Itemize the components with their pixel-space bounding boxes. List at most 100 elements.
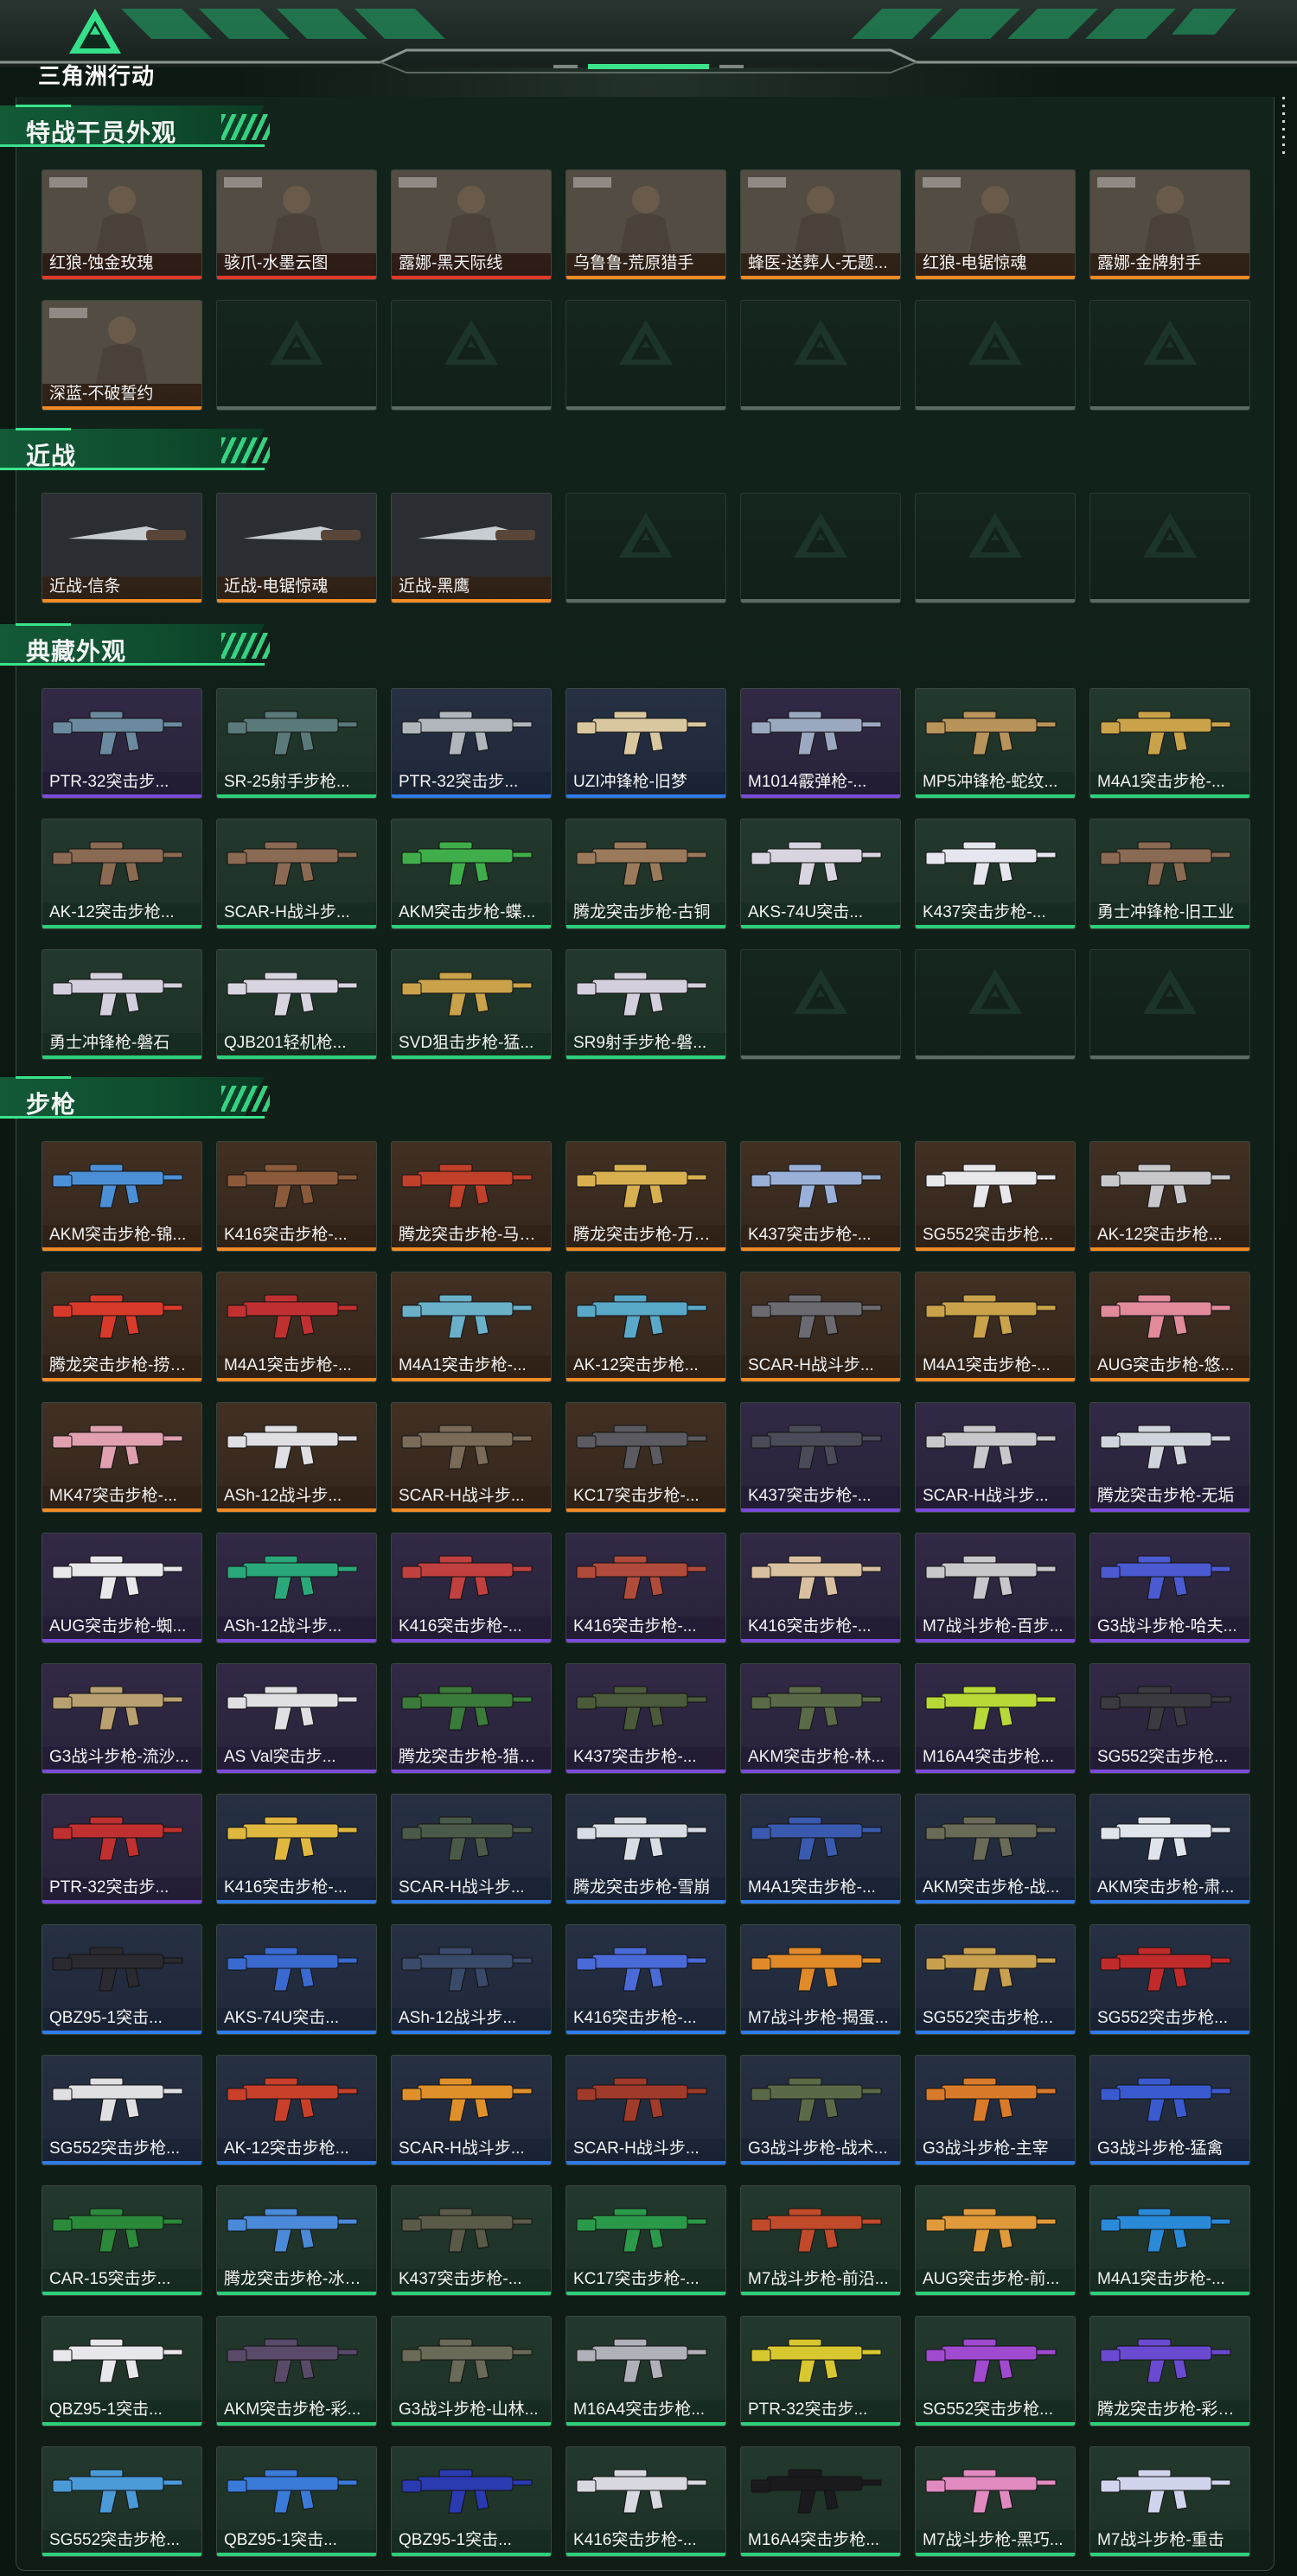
skin-card[interactable]: SCAR-H战斗步...: [915, 1402, 1076, 1513]
skin-card[interactable]: 勇士冲锋枪-磐石: [42, 949, 202, 1060]
skin-card[interactable]: KC17突击步枪-...: [565, 2185, 726, 2296]
skin-card[interactable]: M7战斗步枪-黑巧...: [915, 2446, 1076, 2557]
skin-card[interactable]: QBZ95-1突击...: [42, 2316, 202, 2426]
skin-card[interactable]: KC17突击步枪-...: [565, 1402, 726, 1513]
skin-card[interactable]: K416突击步枪-...: [216, 1141, 377, 1252]
skin-card[interactable]: AUG突击步枪-前...: [915, 2185, 1076, 2296]
skin-card[interactable]: SG552突击步枪...: [915, 1924, 1076, 2035]
skin-card[interactable]: SR9射手步枪-磐...: [565, 949, 726, 1060]
skin-card[interactable]: M4A1突击步枪-...: [915, 1272, 1076, 1382]
skin-card[interactable]: SCAR-H战斗步...: [740, 1272, 901, 1382]
skin-card[interactable]: SVD狙击步枪-猛...: [391, 949, 552, 1060]
skin-card[interactable]: 近战-信条: [42, 493, 202, 603]
skin-card[interactable]: 红狼-电锯惊魂: [915, 169, 1076, 280]
skin-card[interactable]: 露娜-金牌射手: [1089, 169, 1250, 280]
skin-card[interactable]: M4A1突击步枪-...: [740, 1794, 901, 1904]
skin-card[interactable]: M4A1突击步枪-...: [216, 1272, 377, 1382]
skin-card[interactable]: M7战斗步枪-重击: [1089, 2446, 1250, 2557]
skin-card[interactable]: K437突击步枪-...: [740, 1402, 901, 1513]
skin-card[interactable]: AKM突击步枪-战...: [915, 1794, 1076, 1904]
skin-card[interactable]: 乌鲁鲁-荒原猎手: [565, 169, 726, 280]
skin-card[interactable]: K416突击步枪-...: [565, 1924, 726, 2035]
skin-card[interactable]: AKS-74U突击...: [216, 1924, 377, 2035]
skin-card[interactable]: G3战斗步枪-流沙...: [42, 1663, 202, 1774]
skin-card[interactable]: AKM突击步枪-彩...: [216, 2316, 377, 2426]
skin-card[interactable]: QJB201轻机枪...: [216, 949, 377, 1060]
skin-card[interactable]: M16A4突击步枪...: [565, 2316, 726, 2426]
skin-card[interactable]: 近战-黑鹰: [391, 493, 552, 603]
skin-card[interactable]: AK-12突击步枪...: [42, 819, 202, 929]
skin-card[interactable]: SG552突击步枪...: [915, 2316, 1076, 2426]
skin-card[interactable]: 腾龙突击步枪-捞点...: [42, 1272, 202, 1382]
skin-card[interactable]: 勇士冲锋枪-旧工业: [1089, 819, 1250, 929]
skin-card[interactable]: QBZ95-1突击...: [391, 2446, 552, 2557]
skin-card[interactable]: G3战斗步枪-主宰: [915, 2055, 1076, 2165]
skin-card[interactable]: SCAR-H战斗步...: [391, 1794, 552, 1904]
skin-card[interactable]: SG552突击步枪...: [42, 2055, 202, 2165]
skin-card[interactable]: SCAR-H战斗步...: [391, 2055, 552, 2165]
skin-card[interactable]: K416突击步枪-...: [391, 1533, 552, 1643]
skin-card[interactable]: K437突击步枪-...: [565, 1663, 726, 1774]
skin-card[interactable]: QBZ95-1突击...: [216, 2446, 377, 2557]
skin-card[interactable]: K416突击步枪-...: [565, 2446, 726, 2557]
skin-card[interactable]: M7战斗步枪-前沿...: [740, 2185, 901, 2296]
skin-card[interactable]: SG552突击步枪...: [1089, 1663, 1250, 1774]
skin-card[interactable]: AKM突击步枪-锦...: [42, 1141, 202, 1252]
skin-card[interactable]: AKS-74U突击...: [740, 819, 901, 929]
skin-card[interactable]: MK47突击步枪-...: [42, 1402, 202, 1513]
skin-card[interactable]: M4A1突击步枪-...: [1089, 2185, 1250, 2296]
skin-card[interactable]: G3战斗步枪-战术...: [740, 2055, 901, 2165]
skin-card[interactable]: UZI冲锋枪-旧梦: [565, 688, 726, 799]
skin-card[interactable]: K437突击步枪-...: [915, 819, 1076, 929]
skin-card[interactable]: AK-12突击步枪...: [1089, 1141, 1250, 1252]
skin-card[interactable]: 露娜-黑天际线: [391, 169, 552, 280]
skin-card[interactable]: G3战斗步枪-哈夫...: [1089, 1533, 1250, 1643]
skin-card[interactable]: AKM突击步枪-蝶...: [391, 819, 552, 929]
skin-card[interactable]: M7战斗步枪-揭蛋...: [740, 1924, 901, 2035]
skin-card[interactable]: AS Val突击步...: [216, 1663, 377, 1774]
skin-card[interactable]: G3战斗步枪-猛禽: [1089, 2055, 1250, 2165]
skin-card[interactable]: AKM突击步枪-肃...: [1089, 1794, 1250, 1904]
skin-card[interactable]: SG552突击步枪...: [42, 2446, 202, 2557]
skin-card[interactable]: 骇爪-水墨云图: [216, 169, 377, 280]
skin-card[interactable]: 腾龙突击步枪-古铜: [565, 819, 726, 929]
skin-card[interactable]: AK-12突击步枪...: [216, 2055, 377, 2165]
skin-card[interactable]: K416突击步枪-...: [740, 1533, 901, 1643]
skin-card[interactable]: 腾龙突击步枪-无垢: [1089, 1402, 1250, 1513]
skin-card[interactable]: G3战斗步枪-山林...: [391, 2316, 552, 2426]
skin-card[interactable]: AUG突击步枪-悠...: [1089, 1272, 1250, 1382]
skin-card[interactable]: 腾龙突击步枪-雪崩: [565, 1794, 726, 1904]
skin-card[interactable]: MP5冲锋枪-蛇纹...: [915, 688, 1076, 799]
skin-card[interactable]: 腾龙突击步枪-冰天...: [216, 2185, 377, 2296]
skin-card[interactable]: SG552突击步枪...: [1089, 1924, 1250, 2035]
skin-card[interactable]: ASh-12战斗步...: [391, 1924, 552, 2035]
skin-card[interactable]: M7战斗步枪-百步...: [915, 1533, 1076, 1643]
skin-card[interactable]: QBZ95-1突击...: [42, 1924, 202, 2035]
skin-card[interactable]: SG552突击步枪...: [915, 1141, 1076, 1252]
skin-card[interactable]: M4A1突击步枪-...: [391, 1272, 552, 1382]
skin-card[interactable]: K437突击步枪-...: [740, 1141, 901, 1252]
skin-card[interactable]: AKM突击步枪-林...: [740, 1663, 901, 1774]
skin-card[interactable]: M4A1突击步枪-...: [1089, 688, 1250, 799]
skin-card[interactable]: 腾龙突击步枪-马年...: [391, 1141, 552, 1252]
skin-card[interactable]: SCAR-H战斗步...: [391, 1402, 552, 1513]
skin-card[interactable]: K437突击步枪-...: [391, 2185, 552, 2296]
skin-card[interactable]: SR-25射手步枪...: [216, 688, 377, 799]
skin-card[interactable]: M1014霰弹枪-...: [740, 688, 901, 799]
skin-card[interactable]: 腾龙突击步枪-万金...: [565, 1141, 726, 1252]
skin-card[interactable]: SCAR-H战斗步...: [216, 819, 377, 929]
skin-card[interactable]: M16A4突击步枪...: [740, 2446, 901, 2557]
skin-card[interactable]: PTR-32突击步...: [42, 688, 202, 799]
skin-card[interactable]: 深蓝-不破誓约: [42, 300, 202, 411]
skin-card[interactable]: K416突击步枪-...: [216, 1794, 377, 1904]
skin-card[interactable]: 腾龙突击步枪-彩墨...: [1089, 2316, 1250, 2426]
skin-card[interactable]: 腾龙突击步枪-猎鳄...: [391, 1663, 552, 1774]
skin-card[interactable]: 红狼-蚀金玫瑰: [42, 169, 202, 280]
skin-card[interactable]: ASh-12战斗步...: [216, 1402, 377, 1513]
skin-card[interactable]: PTR-32突击步...: [391, 688, 552, 799]
skin-card[interactable]: PTR-32突击步...: [42, 1794, 202, 1904]
skin-card[interactable]: AUG突击步枪-蜘...: [42, 1533, 202, 1643]
skin-card[interactable]: 蜂医-送葬人-无题...: [740, 169, 901, 280]
skin-card[interactable]: K416突击步枪-...: [565, 1533, 726, 1643]
skin-card[interactable]: PTR-32突击步...: [740, 2316, 901, 2426]
